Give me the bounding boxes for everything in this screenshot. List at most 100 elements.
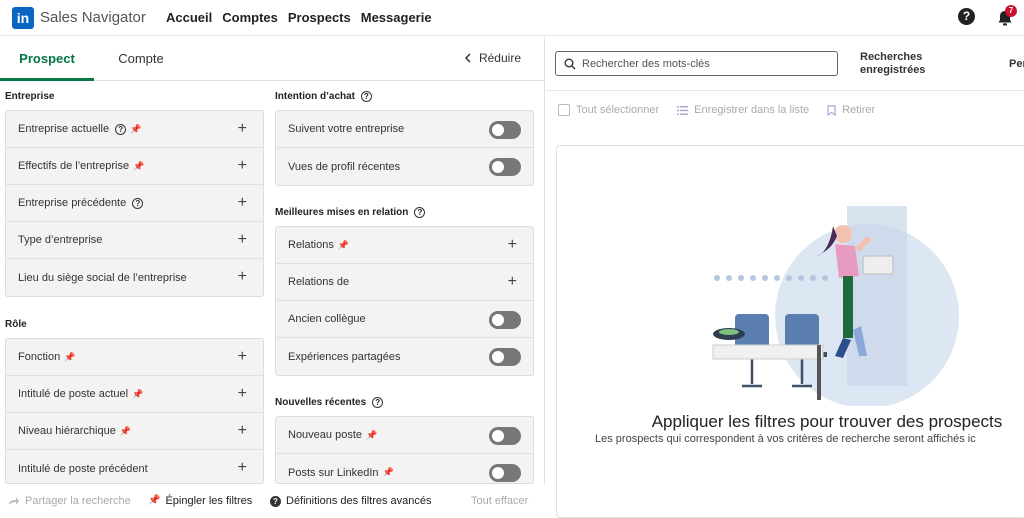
help-icon[interactable]: ? — [132, 197, 144, 209]
help-icon[interactable]: ? — [361, 91, 372, 102]
nav-link-messagerie[interactable]: Messagerie — [361, 9, 432, 27]
save-to-list-label: Enregistrer dans la liste — [694, 104, 810, 116]
plus-icon[interactable]: + — [238, 269, 247, 285]
pin-icon[interactable]: 📌 — [366, 430, 377, 441]
filter-posts-linkedin[interactable]: Posts sur LinkedIn 📌 — [276, 454, 533, 483]
pin-icon[interactable]: 📌 — [338, 240, 349, 251]
filter-label: Posts sur LinkedIn — [288, 466, 379, 479]
pin-icon[interactable]: 📌 — [133, 161, 144, 172]
help-icon[interactable]: ? — [372, 397, 384, 408]
saved-searches-link[interactable]: Recherches enregistrées — [860, 51, 925, 77]
filter-label: Niveau hiérarchique — [18, 425, 116, 437]
filter-label: Relations — [288, 239, 334, 251]
nav-link-accueil[interactable]: Accueil — [166, 9, 212, 27]
filter-niveau-hierarchique[interactable]: Niveau hiérarchique 📌 + — [6, 413, 263, 450]
results-area: Appliquer les filtres pour trouver des p… — [556, 145, 1024, 518]
filter-nouveau-poste[interactable]: Nouveau poste 📌 — [276, 417, 533, 454]
linkedin-logo-icon: in — [12, 7, 34, 29]
tab-compte[interactable]: Compte — [94, 37, 188, 81]
filter-tabs: Prospect Compte Réduire — [0, 37, 545, 81]
filter-label: Expériences partagées — [288, 350, 401, 363]
filter-entreprise-actuelle[interactable]: Entreprise actuelle ? 📌 + — [6, 111, 263, 148]
filter-label: Lieu du siège social de l’entreprise — [18, 271, 187, 284]
plus-icon[interactable]: + — [508, 237, 517, 253]
pin-icon[interactable]: 📌 — [383, 467, 394, 478]
plus-icon[interactable]: + — [238, 232, 247, 248]
filter-group-entreprise: Entreprise actuelle ? 📌 + Effectifs de l’… — [5, 110, 264, 297]
filter-suivent-entreprise[interactable]: Suivent votre entreprise — [276, 111, 533, 148]
bulk-actions: Tout sélectionner Enregistrer dans la li… — [558, 104, 875, 116]
filter-entreprise-precedente[interactable]: Entreprise précédente ? + — [6, 185, 263, 222]
help-icon[interactable]: ? — [414, 207, 426, 218]
toggle-switch[interactable] — [489, 158, 521, 176]
empty-state-title: Appliquer les filtres pour trouver des p… — [651, 412, 1003, 431]
plus-icon[interactable]: + — [238, 195, 247, 211]
filter-vues-profil[interactable]: Vues de profil récentes — [276, 148, 533, 185]
filter-group-nouvelles: Nouveau poste 📌 Posts sur LinkedIn 📌 — [275, 416, 534, 484]
filter-definitions-label: Définitions des filtres avancés — [286, 495, 432, 507]
filter-group-role: Fonction 📌 + Intitulé de poste actuel 📌 + … — [5, 338, 264, 484]
filter-label: Type d’entreprise — [18, 234, 103, 246]
pin-icon[interactable]: 📌 — [132, 389, 143, 400]
toggle-switch[interactable] — [489, 464, 521, 482]
filter-label: Intitulé de poste précédent — [18, 462, 148, 475]
saved-searches-line2: enregistrées — [860, 64, 926, 76]
toggle-switch[interactable] — [489, 311, 521, 329]
filter-ancien-collegue[interactable]: Ancien collègue — [276, 301, 533, 338]
saved-searches-line1: Recherches — [860, 51, 923, 63]
toggle-switch[interactable] — [489, 427, 521, 445]
filter-fonction[interactable]: Fonction 📌 + — [6, 339, 263, 376]
nav-link-comptes[interactable]: Comptes — [222, 9, 278, 27]
checkbox-icon — [558, 104, 570, 116]
tab-prospect[interactable]: Prospect — [0, 37, 94, 81]
filter-effectifs[interactable]: Effectifs de l’entreprise 📌 + — [6, 148, 263, 185]
section-title-role: Rôle — [5, 319, 27, 330]
empty-state-illustration — [712, 206, 959, 406]
pin-icon[interactable]: 📌 — [130, 124, 141, 135]
filter-definitions-button[interactable]: ? Définitions des filtres avancés — [270, 484, 432, 518]
save-to-list-button[interactable]: Enregistrer dans la liste — [677, 104, 809, 116]
plus-icon[interactable]: + — [238, 423, 247, 439]
filter-type-entreprise[interactable]: Type d’entreprise + — [6, 222, 263, 259]
plus-icon[interactable]: + — [238, 386, 247, 402]
personas-link[interactable]: Per — [1009, 58, 1024, 70]
toggle-switch[interactable] — [489, 348, 521, 366]
filter-label: Relations de — [288, 276, 350, 288]
filter-label: Intitulé de poste actuel — [18, 388, 129, 400]
section-title-nouvelles: Nouvelles récentes? — [275, 397, 384, 408]
remove-button[interactable]: Retirer — [827, 104, 875, 116]
brand[interactable]: in Sales Navigator — [12, 7, 146, 29]
divider — [546, 90, 1024, 91]
filter-label: Entreprise précédente — [18, 197, 127, 209]
toggle-switch[interactable] — [489, 121, 521, 139]
pin-icon[interactable]: 📌 — [120, 426, 131, 437]
search-input[interactable] — [582, 57, 822, 70]
section-title-intention: Intention d’achat? — [275, 91, 372, 102]
help-icon[interactable]: ? — [115, 123, 127, 135]
filter-label: Ancien collègue — [288, 313, 366, 325]
plus-icon[interactable]: + — [238, 121, 247, 137]
filter-experiences-partagees[interactable]: Expériences partagées — [276, 338, 533, 375]
keyword-search[interactable] — [555, 51, 838, 76]
share-search-button[interactable]: Partager la recherche — [8, 484, 131, 518]
help-icon[interactable]: ? — [958, 8, 975, 25]
select-all-checkbox[interactable]: Tout sélectionner — [558, 104, 659, 116]
nav-link-prospects[interactable]: Prospects — [288, 9, 351, 27]
plus-icon[interactable]: + — [238, 349, 247, 365]
remove-label: Retirer — [842, 104, 876, 116]
filter-intitule-precedent[interactable]: Intitulé de poste précédent + — [6, 450, 263, 483]
clear-all-button[interactable]: Tout effacer — [471, 484, 528, 518]
pin-filters-button[interactable]: 📌 Épingler les filtres — [148, 484, 252, 518]
filter-relations-de[interactable]: Relations de + — [276, 264, 533, 301]
filter-lieu-siege[interactable]: Lieu du siège social de l’entreprise + — [6, 259, 263, 296]
filter-relations[interactable]: Relations 📌 + — [276, 227, 533, 264]
list-icon — [677, 105, 689, 115]
plus-icon[interactable]: + — [238, 460, 247, 476]
filter-intitule-actuel[interactable]: Intitulé de poste actuel 📌 + — [6, 376, 263, 413]
search-icon — [564, 58, 576, 69]
plus-icon[interactable]: + — [508, 274, 517, 290]
pin-icon[interactable]: 📌 — [64, 352, 75, 363]
filter-label: Entreprise actuelle — [18, 123, 110, 135]
reduce-button[interactable]: Réduire — [464, 51, 521, 65]
plus-icon[interactable]: + — [238, 158, 247, 174]
